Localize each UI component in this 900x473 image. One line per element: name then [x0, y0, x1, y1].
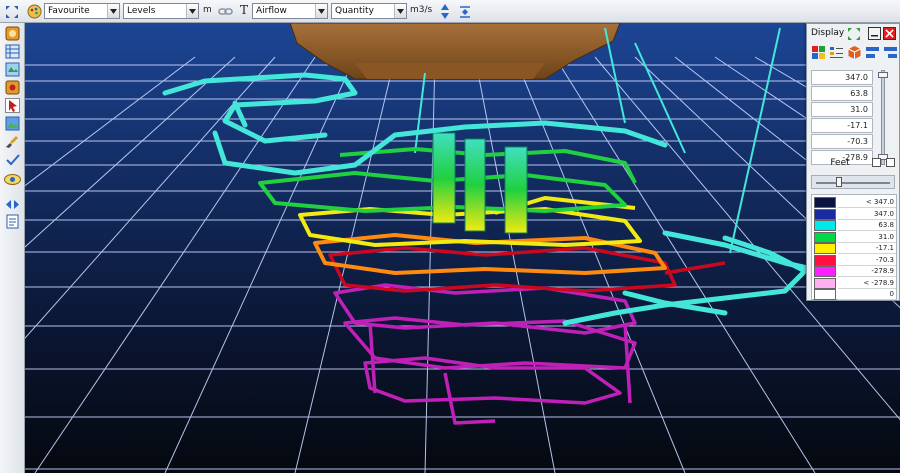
mode-label: Feet [830, 158, 850, 168]
chevron-down-icon [315, 4, 327, 18]
range-value[interactable]: 63.8 [811, 86, 873, 101]
legend-swatch [814, 231, 836, 243]
grid-color-icon[interactable] [810, 44, 826, 60]
brush-icon[interactable] [4, 133, 21, 150]
application-window: Favourite Levels m T Airflow Quantity m3… [0, 0, 900, 473]
check-tool-icon[interactable] [4, 151, 21, 168]
favourite-combo[interactable]: Favourite [44, 3, 120, 19]
range-value[interactable]: -17.1 [811, 118, 873, 133]
up-down-arrows-icon[interactable] [439, 3, 451, 20]
unit-label: m3/s [410, 5, 433, 15]
legend-swatch [814, 266, 836, 277]
legend-label: 0 [838, 289, 896, 300]
levels-combo[interactable]: Levels [123, 3, 199, 19]
chevron-down-icon [186, 4, 198, 18]
legend-label: 31.0 [838, 232, 896, 243]
attribute-value: Airflow [256, 6, 287, 16]
favourite-value: Favourite [48, 6, 90, 16]
expand-icon[interactable] [847, 27, 860, 40]
legend-row: 347.0 [814, 208, 896, 220]
legend-row: -278.9 [814, 266, 896, 277]
display-panel: Display 347.0 63.8 31.0 -17.1 -70.3 -278… [806, 23, 900, 301]
range-slider-handle[interactable] [878, 72, 888, 78]
page-icon[interactable] [4, 213, 21, 230]
legend-row: 63.8 [814, 220, 896, 231]
favourite-palette-icon[interactable] [26, 3, 43, 20]
legend-label: < 347.0 [838, 197, 896, 208]
legend-swatch [814, 254, 836, 266]
levels-unit: m [203, 5, 212, 15]
range-value[interactable]: 31.0 [811, 102, 873, 117]
legend-row: -17.1 [814, 243, 896, 254]
measure-value: Quantity [335, 6, 374, 16]
surface-structure [289, 23, 621, 80]
range-slider-track[interactable] [881, 70, 885, 165]
module-icon[interactable] [4, 25, 21, 42]
orbit-icon[interactable] [2, 171, 23, 188]
legend-label: -17.1 [838, 243, 896, 254]
text-tool-icon[interactable]: T [240, 3, 248, 17]
legend-row: < 347.0 [814, 197, 896, 208]
legend-row: 31.0 [814, 231, 896, 243]
range-icon[interactable] [882, 44, 898, 60]
3d-viewport[interactable] [25, 23, 900, 473]
range-value[interactable]: 347.0 [811, 70, 873, 85]
legend-label: < -278.9 [838, 278, 896, 289]
ground-grid [25, 56, 900, 473]
nav-arrows-icon[interactable] [4, 196, 21, 213]
legend-swatch [814, 289, 836, 300]
cube-color-icon[interactable] [846, 44, 862, 60]
module-icon[interactable] [4, 79, 21, 96]
mode-button[interactable]: Feet [811, 155, 869, 171]
main-toolbar: Favourite Levels m T Airflow Quantity m3… [0, 0, 900, 23]
measure-combo[interactable]: Quantity [331, 3, 407, 19]
chevron-down-icon [394, 4, 406, 18]
chevron-down-icon [107, 4, 119, 18]
legend-swatch [814, 220, 836, 231]
legend-label: -278.9 [838, 266, 896, 277]
range-icon[interactable] [864, 44, 880, 60]
range-icon[interactable] [456, 3, 473, 20]
lower-level-magenta [333, 283, 637, 425]
legend-swatch [814, 243, 836, 254]
color-legend: < 347.0 347.0 63.8 31.0 -17.1 -70.3 -278… [811, 194, 897, 300]
legend-swatch [814, 277, 836, 289]
legend-label: 63.8 [838, 220, 896, 231]
legend-row: < -278.9 [814, 277, 896, 289]
checkbox[interactable] [872, 158, 881, 167]
slider-track [816, 182, 890, 184]
table-icon[interactable] [4, 43, 21, 60]
close-icon[interactable] [883, 27, 896, 40]
fit-view-icon[interactable] [3, 3, 20, 20]
legend-list-icon[interactable] [828, 44, 844, 60]
slider-handle[interactable] [836, 177, 842, 187]
legend-row: -70.3 [814, 254, 896, 266]
left-toolbar [0, 23, 25, 473]
vertical-shafts [432, 132, 528, 234]
network-3d-scene[interactable] [25, 23, 900, 473]
legend-swatch [814, 197, 836, 208]
minimize-icon[interactable] [868, 27, 881, 40]
link-icon[interactable] [217, 3, 234, 20]
checkbox[interactable] [886, 158, 895, 167]
legend-swatch [814, 208, 836, 220]
legend-label: 347.0 [838, 209, 896, 220]
legend-label: -70.3 [838, 255, 896, 266]
map-icon[interactable] [4, 61, 21, 78]
panel-title: Display [811, 28, 845, 38]
range-value[interactable]: -70.3 [811, 134, 873, 149]
image-icon[interactable] [4, 115, 21, 132]
opacity-slider[interactable] [811, 175, 895, 189]
levels-value: Levels [127, 6, 156, 16]
attribute-combo[interactable]: Airflow [252, 3, 328, 19]
legend-row: 0 [814, 289, 896, 300]
pointer-icon[interactable] [4, 97, 21, 114]
